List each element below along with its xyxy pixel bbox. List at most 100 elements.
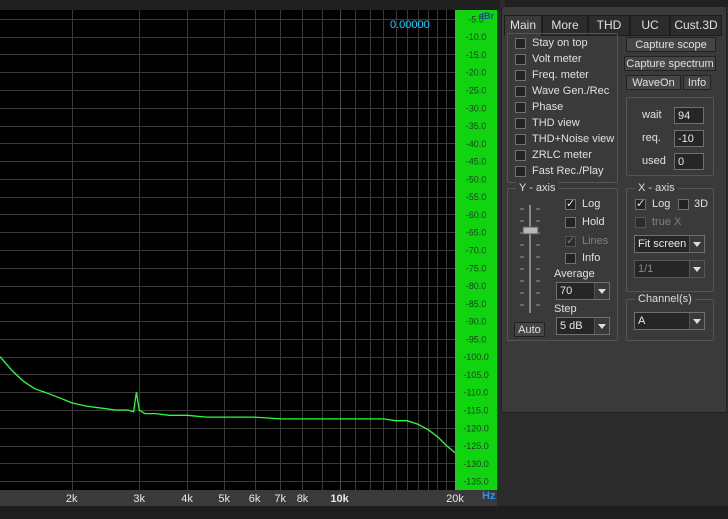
hold-label: Hold bbox=[582, 216, 605, 228]
y-tick-label: -130.0 bbox=[463, 459, 489, 469]
step-select[interactable]: 5 dB bbox=[556, 317, 610, 335]
x-log-label: Log bbox=[652, 198, 671, 210]
y-tick-label: -55.0 bbox=[466, 192, 487, 202]
auto-button[interactable]: Auto bbox=[514, 322, 545, 337]
thd-noise-view-checkbox[interactable] bbox=[515, 134, 526, 145]
channel-value: A bbox=[638, 315, 646, 327]
used-label: used bbox=[642, 155, 666, 167]
y-tick-label: -100.0 bbox=[463, 352, 489, 362]
x-log-checkbox[interactable] bbox=[635, 197, 646, 210]
stay-on-top-checkbox[interactable] bbox=[515, 38, 526, 49]
bottom-strip bbox=[0, 506, 728, 519]
fit-screen-value: Fit screen bbox=[638, 238, 687, 250]
fast-rec-play-label: Fast Rec./Play bbox=[532, 165, 604, 177]
x-tick-label: 8k bbox=[297, 493, 309, 505]
chevron-down-icon bbox=[689, 236, 704, 252]
thd-view-checkbox[interactable] bbox=[515, 118, 526, 129]
level-readout: 0.00000 bbox=[390, 19, 430, 31]
channels-title: Channel(s) bbox=[635, 293, 695, 305]
y-info-label: Info bbox=[582, 252, 601, 264]
phase-checkbox[interactable] bbox=[515, 102, 526, 113]
zoom-ratio-select[interactable]: 1/1 bbox=[634, 260, 705, 278]
stay-on-top-label: Stay on top bbox=[532, 37, 588, 49]
freq-meter-label: Freq. meter bbox=[532, 69, 589, 81]
x-tick-label: 10k bbox=[330, 493, 349, 505]
channels-group: Channel(s) A bbox=[626, 293, 714, 341]
y-axis-group: Y - axis Log Hold bbox=[507, 182, 618, 341]
thd-view-label: THD view bbox=[532, 117, 580, 129]
info-button[interactable]: Info bbox=[683, 75, 711, 90]
y-tick-label: -65.0 bbox=[466, 228, 487, 238]
wait-field[interactable]: 94 bbox=[674, 107, 704, 124]
true-x-checkbox[interactable] bbox=[635, 217, 646, 228]
x-axis-scale[interactable]: 2k 3k 4k 5k 6k 7k 8k 10k 20k bbox=[0, 490, 497, 506]
y-log-label: Log bbox=[582, 198, 601, 210]
spectrum-canvas bbox=[0, 10, 455, 490]
fit-screen-select[interactable]: Fit screen bbox=[634, 235, 705, 253]
control-panel: Main More THD UC Cust.3D Stay on top Vol… bbox=[501, 6, 727, 413]
y-tick-label: -15.0 bbox=[466, 50, 487, 60]
y-axis-labels: dBr-5.0-10.0-15.0-20.0-25.0-30.0-35.0-40… bbox=[463, 11, 494, 487]
timing-group: wait 94 req. -10 used 0 bbox=[626, 97, 714, 176]
channel-select[interactable]: A bbox=[634, 312, 705, 330]
y-tick-label: -60.0 bbox=[466, 210, 487, 220]
zrlc-meter-checkbox[interactable] bbox=[515, 150, 526, 161]
options-group: Stay on top Volt meter Freq. meter Wave … bbox=[507, 33, 618, 183]
wave-gen-label: Wave Gen./Rec bbox=[532, 85, 610, 97]
thd-noise-view-label: THD+Noise view bbox=[532, 133, 615, 145]
y-scale-slider[interactable] bbox=[517, 203, 543, 315]
waveon-button[interactable]: WaveOn bbox=[626, 75, 681, 90]
volt-meter-checkbox[interactable] bbox=[515, 54, 526, 65]
y-tick-label: -85.0 bbox=[466, 299, 487, 309]
y-tick-label: -5.0 bbox=[468, 14, 484, 24]
y-tick-label: -20.0 bbox=[466, 68, 487, 78]
true-x-label: true X bbox=[652, 216, 682, 228]
x-tick-label: 7k bbox=[274, 493, 286, 505]
x-tick-label: 2k bbox=[66, 493, 78, 505]
average-value: 70 bbox=[560, 285, 573, 297]
x-tick-label: 4k bbox=[181, 493, 193, 505]
hold-checkbox[interactable] bbox=[565, 217, 576, 228]
capture-scope-button[interactable]: Capture scope bbox=[626, 37, 716, 52]
x-tick-label: 6k bbox=[249, 493, 261, 505]
used-field[interactable]: 0 bbox=[674, 153, 704, 170]
chevron-down-icon bbox=[689, 313, 704, 329]
top-strip bbox=[0, 0, 500, 10]
fast-rec-play-checkbox[interactable] bbox=[515, 166, 526, 177]
y-tick-label: -30.0 bbox=[466, 103, 487, 113]
y-axis-scale[interactable]: dBr -5.0 -10.0 -15.0 -20.0 -25.0 -30.0 -35.0 -40… bbox=[455, 10, 497, 490]
y-tick-label: -45.0 bbox=[466, 157, 487, 167]
y-tick-label: -90.0 bbox=[466, 317, 487, 327]
y-tick-label: -35.0 bbox=[466, 121, 487, 131]
lines-checkbox[interactable] bbox=[565, 234, 576, 247]
x-tick-label: 20k bbox=[446, 493, 464, 505]
slider-ticks bbox=[520, 205, 540, 313]
chevron-down-icon bbox=[594, 283, 609, 299]
wait-label: wait bbox=[642, 109, 662, 121]
volt-meter-label: Volt meter bbox=[532, 53, 582, 65]
average-select[interactable]: 70 bbox=[556, 282, 610, 300]
chevron-down-icon bbox=[594, 318, 609, 334]
y-tick-label: -105.0 bbox=[463, 370, 489, 380]
y-tick-label: -40.0 bbox=[466, 139, 487, 149]
y-info-checkbox[interactable] bbox=[565, 253, 576, 264]
y-tick-label: -75.0 bbox=[466, 263, 487, 273]
tab-uc[interactable]: UC bbox=[630, 15, 670, 36]
3d-checkbox[interactable] bbox=[678, 199, 689, 210]
x-axis-title: X - axis bbox=[635, 182, 678, 194]
spectrum-plot[interactable] bbox=[0, 10, 455, 490]
phase-label: Phase bbox=[532, 101, 564, 113]
req-field[interactable]: -10 bbox=[674, 130, 704, 147]
tab-cust3d[interactable]: Cust.3D bbox=[670, 15, 722, 36]
y-tick-label: -95.0 bbox=[466, 334, 487, 344]
step-value: 5 dB bbox=[560, 320, 583, 332]
capture-spectrum-button[interactable]: Capture spectrum bbox=[624, 56, 716, 71]
freq-meter-checkbox[interactable] bbox=[515, 70, 526, 81]
x-tick-label: 5k bbox=[218, 493, 230, 505]
y-tick-label: -50.0 bbox=[466, 174, 487, 184]
wave-gen-checkbox[interactable] bbox=[515, 86, 526, 97]
chevron-down-icon bbox=[689, 261, 704, 277]
y-log-checkbox[interactable] bbox=[565, 197, 576, 210]
y-tick-label: -135.0 bbox=[463, 477, 489, 487]
y-tick-label: -80.0 bbox=[466, 281, 487, 291]
